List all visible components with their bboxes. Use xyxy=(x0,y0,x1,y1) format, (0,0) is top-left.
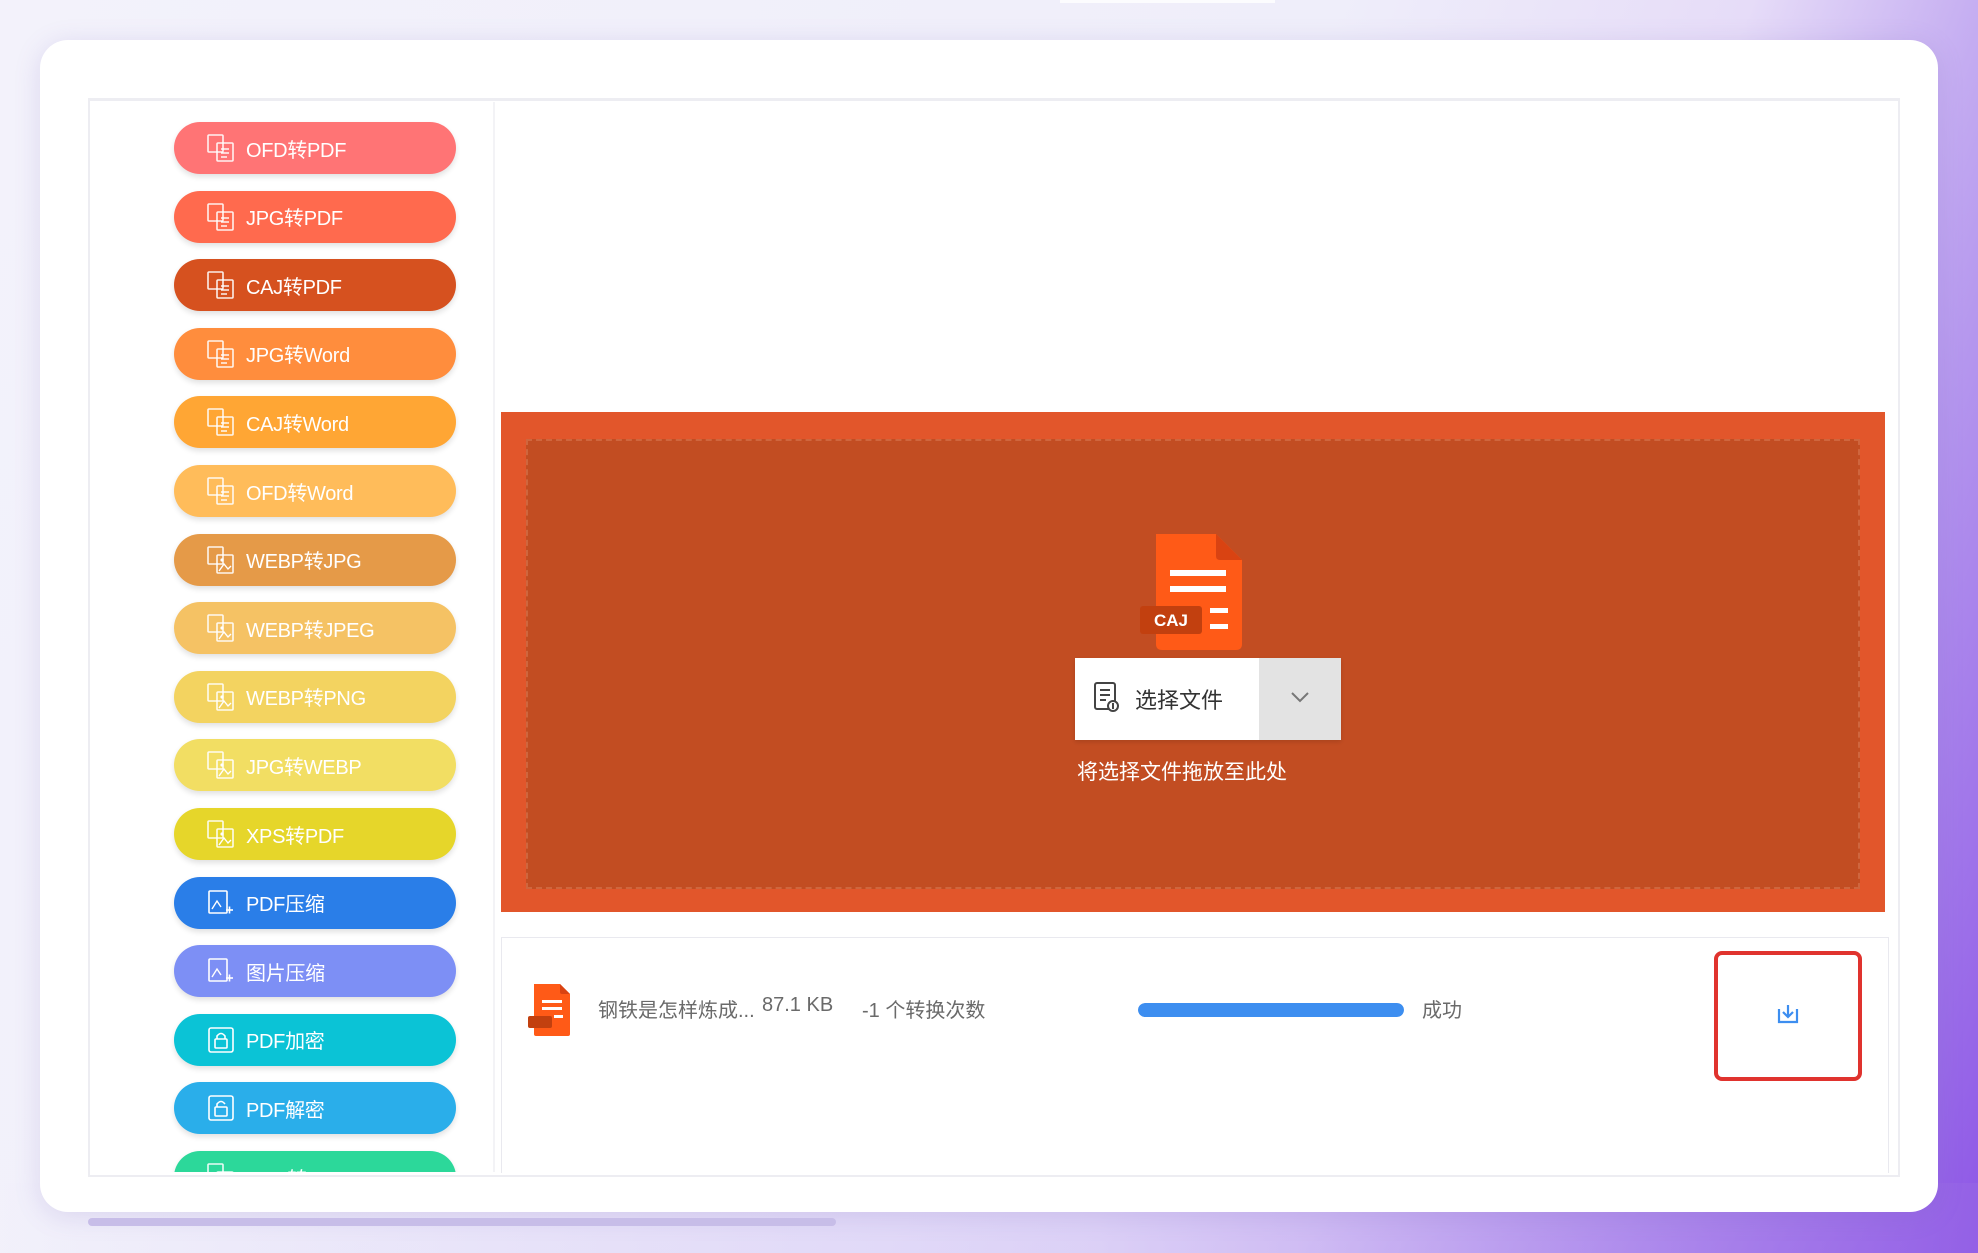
convert-doc-icon xyxy=(206,202,236,232)
sidebar-item-label: PDF加密 xyxy=(246,1031,325,1054)
dropzone-hint: 将选择文件拖放至此处 xyxy=(1077,761,1287,784)
convert-image-icon xyxy=(206,819,236,849)
sidebar-item-label: WEBP转JPG xyxy=(246,551,362,574)
unlock-icon xyxy=(206,1093,236,1123)
file-name: 钢铁是怎样炼成... xyxy=(598,1000,755,1022)
select-file-dropdown[interactable] xyxy=(1259,658,1341,740)
sidebar-item[interactable]: WEBP转PNG xyxy=(174,670,456,723)
download-icon xyxy=(1774,1003,1802,1030)
sidebar-item-label: 图片压缩 xyxy=(246,962,325,985)
sidebar-item[interactable]: WEBP转JPEG xyxy=(174,602,456,655)
convert-image-icon xyxy=(206,613,236,643)
sidebar-item-label: PDF压缩 xyxy=(246,894,325,917)
sidebar-item[interactable]: CAD转PDF xyxy=(174,1151,456,1172)
top-edge-tab xyxy=(1060,0,1275,3)
caj-file-icon: CAJ xyxy=(1138,530,1248,659)
sidebar-item[interactable]: PDF加密 xyxy=(174,1013,456,1066)
upload-dropzone[interactable]: CAJ 选择文件 将选择文件拖放至此处 xyxy=(501,412,1885,912)
lock-icon xyxy=(206,1025,236,1055)
sidebar-divider xyxy=(493,102,495,1172)
sidebar-item-label: WEBP转JPEG xyxy=(246,619,375,642)
caj-icon-label: CAJ xyxy=(1154,611,1188,630)
dropzone-dashed-area[interactable]: CAJ 选择文件 将选择文件拖放至此处 xyxy=(526,439,1860,889)
convert-doc-icon xyxy=(206,270,236,300)
sidebar-item[interactable]: OFD转Word xyxy=(174,465,456,517)
sidebar-item-label: JPG转PDF xyxy=(246,208,343,231)
sidebar-item[interactable]: CAJ转Word xyxy=(174,396,456,449)
sidebar-item-label: CAD转PDF xyxy=(246,1163,346,1173)
convert-doc-icon xyxy=(206,339,236,369)
convert-image-icon xyxy=(206,545,236,575)
sidebar-item[interactable]: JPG转PDF xyxy=(174,190,456,243)
sidebar-item[interactable]: WEBP转JPG xyxy=(174,533,456,586)
caj-file-small-icon xyxy=(526,982,574,1043)
app-window: OFD转PDF JPG转PDF CAJ转PDF JPG转Word CAJ转Word OFD… xyxy=(40,40,1938,1212)
sidebar-item-label: JPG转WEBP xyxy=(246,756,362,779)
sidebar-item-label: WEBP转PNG xyxy=(246,688,366,711)
convert-doc-icon xyxy=(206,476,236,506)
sidebar-item[interactable]: CAJ转PDF xyxy=(174,259,456,312)
convert-doc-icon xyxy=(206,133,236,163)
select-file-button[interactable]: 选择文件 xyxy=(1075,658,1341,740)
convert-doc-icon xyxy=(206,407,236,437)
select-file-main[interactable]: 选择文件 xyxy=(1075,658,1259,740)
file-list: 钢铁是怎样炼成... 87.1 KB -1 个转换次数 成功 xyxy=(501,937,1889,1173)
download-button[interactable] xyxy=(1714,951,1862,1081)
conversion-count: -1 个转换次数 xyxy=(862,1000,986,1022)
sidebar-item-label: OFD转PDF xyxy=(246,139,347,162)
sidebar-item[interactable]: JPG转Word xyxy=(174,327,456,380)
chevron-down-icon xyxy=(1289,690,1311,709)
sidebar-item[interactable]: 图片压缩 xyxy=(174,945,456,998)
sidebar-item-label: PDF解密 xyxy=(246,1099,325,1122)
file-doc-icon xyxy=(1091,681,1121,718)
convert-image-icon xyxy=(206,682,236,712)
sidebar-item[interactable]: OFD转PDF xyxy=(174,122,456,174)
sidebar-item[interactable]: XPS转PDF xyxy=(174,808,456,860)
convert-doc-icon xyxy=(206,1162,236,1172)
sidebar-item[interactable]: JPG转WEBP xyxy=(174,739,456,792)
sidebar-item-label: CAJ转PDF xyxy=(246,276,342,299)
progress-bar xyxy=(1138,1003,1404,1017)
sidebar-item[interactable]: PDF解密 xyxy=(174,1082,456,1135)
status-text: 成功 xyxy=(1422,1000,1462,1022)
convert-image-icon xyxy=(206,750,236,780)
sidebar-item-label: XPS转PDF xyxy=(246,825,344,848)
horizontal-scrollbar[interactable] xyxy=(88,1218,836,1226)
tool-sidebar: OFD转PDF JPG转PDF CAJ转PDF JPG转Word CAJ转Word OFD… xyxy=(170,112,460,1172)
sidebar-item[interactable]: PDF压缩 xyxy=(174,876,456,929)
select-file-label: 选择文件 xyxy=(1135,688,1224,713)
compress-icon xyxy=(206,956,236,986)
compress-icon xyxy=(206,888,236,918)
sidebar-item-label: CAJ转Word xyxy=(246,413,349,436)
progress-fill xyxy=(1138,1003,1404,1017)
file-size: 87.1 KB xyxy=(762,994,834,1016)
sidebar-item-label: JPG转Word xyxy=(246,345,350,368)
sidebar-item-label: OFD转Word xyxy=(246,482,354,505)
file-row: 钢铁是怎样炼成... 87.1 KB -1 个转换次数 成功 xyxy=(502,938,1888,1081)
